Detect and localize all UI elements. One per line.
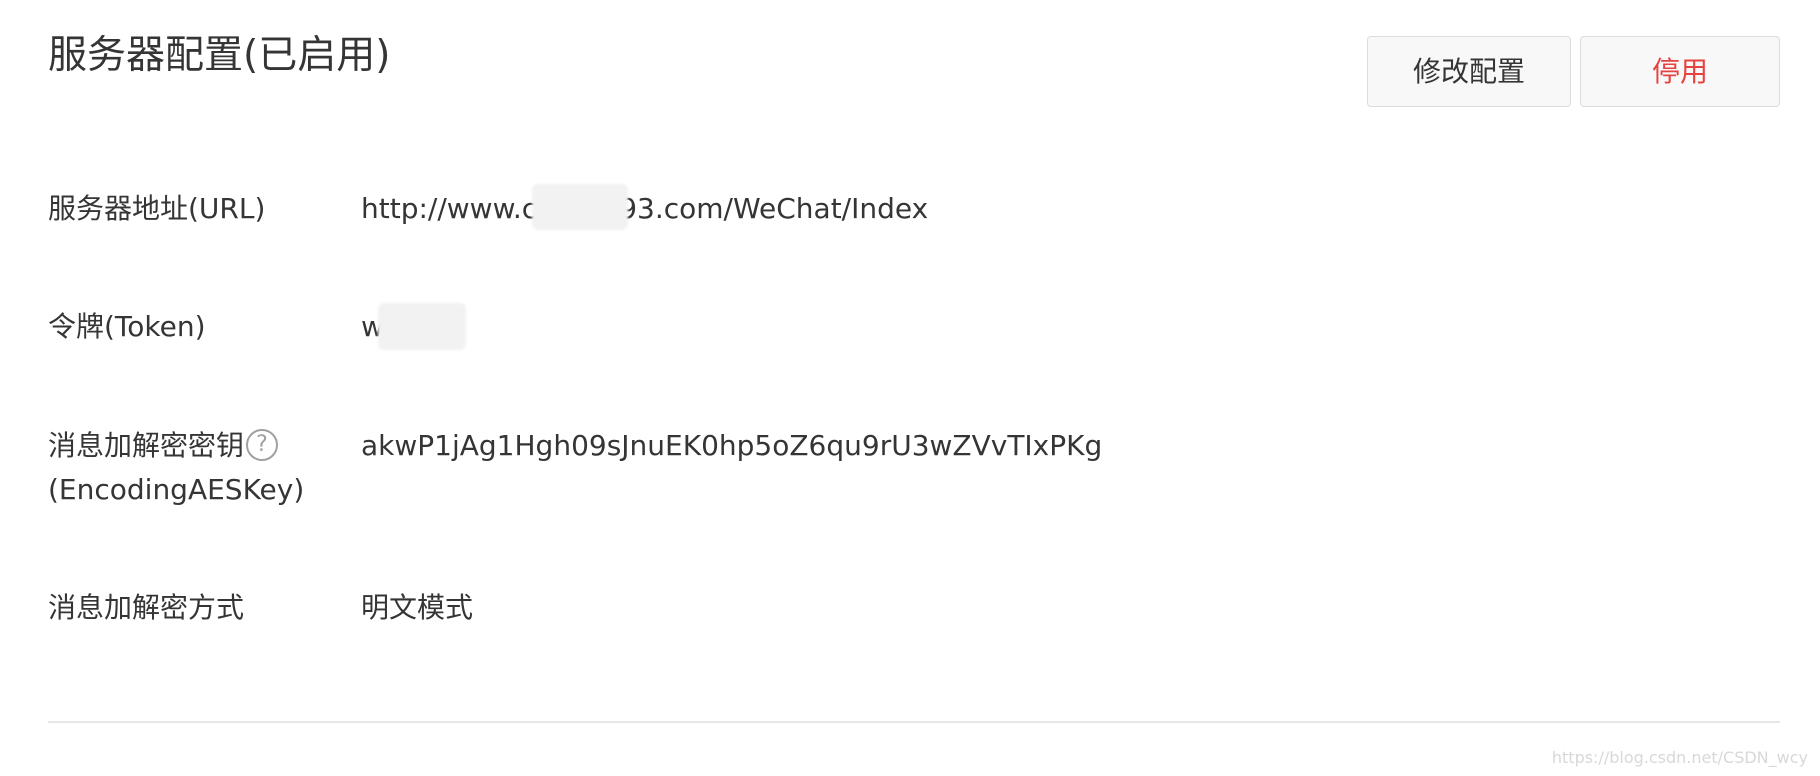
encryption-mode-value: 明文模式 xyxy=(361,591,474,624)
url-value-prefix: http://www.c xyxy=(361,192,538,225)
question-circle-icon[interactable]: ? xyxy=(246,429,279,461)
disable-button[interactable]: 停用 xyxy=(1580,36,1780,107)
token-label: 令牌(Token) xyxy=(48,310,206,343)
token-redaction-mask xyxy=(378,303,466,350)
url-label: 服务器地址(URL) xyxy=(48,192,266,225)
url-value: http://www.c 93.com/WeChat/Index xyxy=(361,187,928,231)
url-redaction-mask xyxy=(532,184,628,230)
url-value-suffix: 93.com/WeChat/Index xyxy=(619,192,929,225)
page-title: 服务器配置(已启用) xyxy=(48,33,391,78)
aes-key-label-line1: 消息加解密密钥 xyxy=(48,429,245,462)
edit-config-button[interactable]: 修改配置 xyxy=(1367,36,1571,107)
aes-key-label: 消息加解密密钥? (EncodingAESKey) xyxy=(48,424,348,512)
watermark: https://blog.csdn.net/CSDN_wcy xyxy=(1551,748,1808,767)
encryption-mode-label: 消息加解密方式 xyxy=(48,591,245,624)
section-divider xyxy=(48,721,1780,723)
aes-key-label-line2: (EncodingAESKey) xyxy=(48,473,305,506)
aes-key-value: akwP1jAg1Hgh09sJnuEK0hp5oZ6qu9rU3wZVvTIx… xyxy=(361,429,1103,462)
